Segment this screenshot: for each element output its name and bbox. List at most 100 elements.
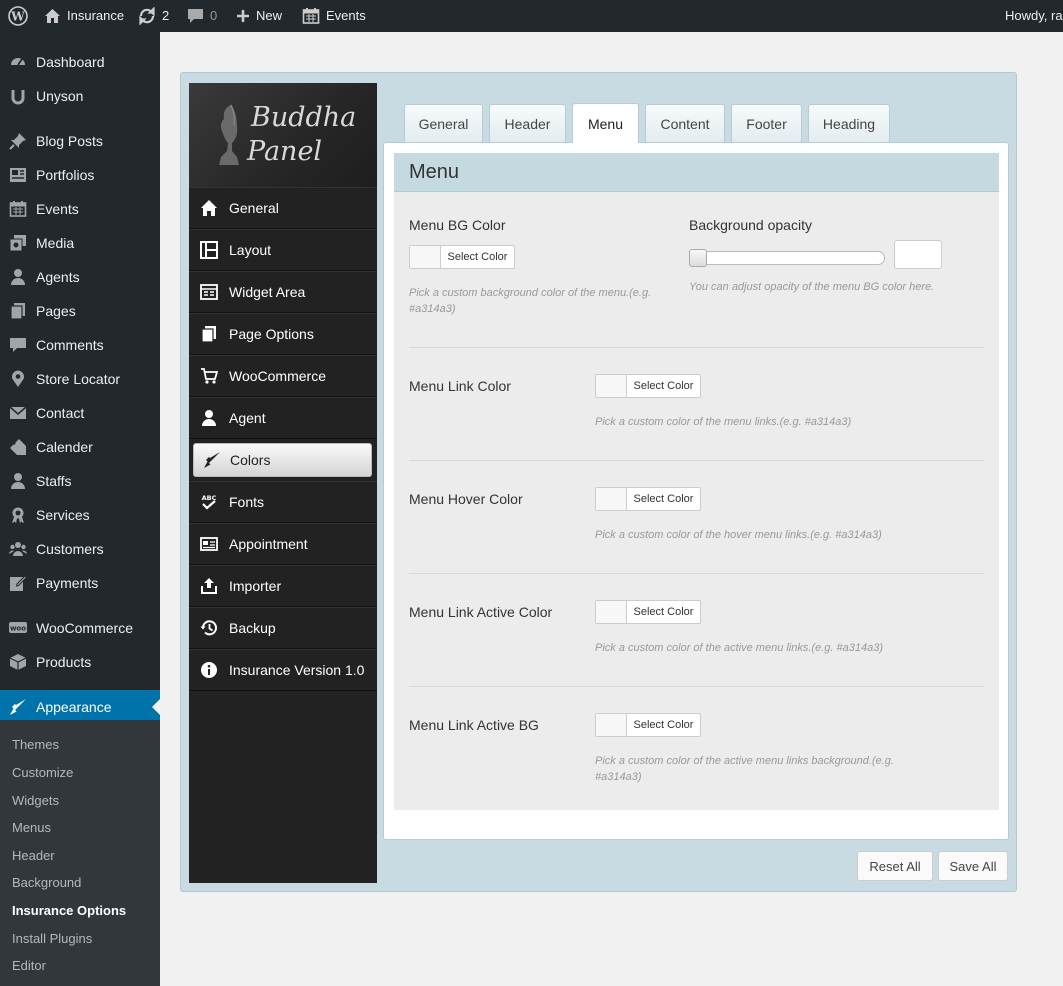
menu-link-color-desc: Pick a custom color of the menu links.(e…: [595, 416, 852, 428]
panel-nav-label: Importer: [229, 578, 282, 594]
menu-item-label: Services: [36, 507, 90, 523]
menu-link-color-label: Menu Link Color: [409, 378, 511, 394]
info-icon: [189, 661, 229, 679]
menu-item-store-locator[interactable]: Store Locator: [0, 362, 160, 396]
panel-nav-version[interactable]: Insurance Version 1.0: [189, 649, 377, 691]
panel-nav-fonts[interactable]: ABC Fonts: [189, 481, 377, 523]
panel-nav-widget-area[interactable]: Widget Area: [189, 271, 377, 313]
menu-item-payments[interactable]: Payments: [0, 566, 160, 600]
menu-item-contact[interactable]: Contact: [0, 396, 160, 430]
submenu-widgets[interactable]: Widgets: [12, 791, 59, 811]
panel-nav-label: Widget Area: [229, 284, 306, 300]
panel-nav-importer[interactable]: Importer: [189, 565, 377, 607]
history-icon: [189, 619, 229, 637]
menu-item-blog-posts[interactable]: Blog Posts: [0, 124, 160, 158]
menu-item-appearance[interactable]: Appearance: [0, 690, 160, 724]
reset-all-button[interactable]: Reset All: [857, 851, 933, 881]
color-swatch: [410, 246, 441, 268]
tab-content[interactable]: Content: [645, 104, 725, 142]
section-title: Menu: [409, 161, 460, 183]
comment-icon: [188, 9, 203, 23]
menu-item-label: Products: [36, 654, 92, 670]
new-content-link[interactable]: New: [236, 0, 282, 32]
menu-item-products[interactable]: Products: [0, 645, 160, 679]
spellcheck-icon: ABC: [189, 493, 229, 511]
panel-nav-general[interactable]: General: [189, 187, 377, 229]
panel-nav-label: Fonts: [229, 494, 265, 510]
menu-item-agents[interactable]: Agents: [0, 260, 160, 294]
tab-menu[interactable]: Menu: [572, 103, 639, 143]
submenu-customize[interactable]: Customize: [12, 763, 73, 783]
menu-item-calender[interactable]: Calender: [0, 430, 160, 464]
color-swatch: [596, 601, 627, 623]
menu-item-unyson[interactable]: Unyson: [0, 79, 160, 113]
section-header: Menu: [394, 153, 999, 192]
menu-item-events[interactable]: Events: [0, 192, 160, 226]
card-icon: [189, 535, 229, 553]
submenu-themes[interactable]: Themes: [12, 735, 59, 755]
menu-bg-color-picker[interactable]: Select Color: [409, 245, 515, 269]
logo-line2: Panel: [247, 136, 323, 167]
submenu-insurance-options[interactable]: Insurance Options: [12, 901, 126, 921]
submenu-install-plugins[interactable]: Install Plugins: [12, 929, 92, 949]
opacity-slider-handle[interactable]: [689, 249, 707, 267]
menu-link-active-color-picker[interactable]: Select Color: [595, 600, 701, 624]
menu-hover-color-picker[interactable]: Select Color: [595, 487, 701, 511]
panel-nav-woocommerce[interactable]: WooCommerce: [189, 355, 377, 397]
opacity-slider[interactable]: [689, 251, 885, 265]
submenu-background[interactable]: Background: [12, 873, 81, 893]
panel-nav-page-options[interactable]: Page Options: [189, 313, 377, 355]
events-link[interactable]: Events: [302, 0, 366, 32]
panel-nav-backup[interactable]: Backup: [189, 607, 377, 649]
menu-item-customers[interactable]: Customers: [0, 532, 160, 566]
comments-link[interactable]: 0: [187, 0, 217, 32]
panel-nav-agent[interactable]: Agent: [189, 397, 377, 439]
opacity-desc: You can adjust opacity of the menu BG co…: [689, 281, 935, 293]
updates-icon: [139, 7, 155, 25]
admin-bar: W Insurance 2 0 New Events Howdy, ra: [0, 0, 1063, 32]
howdy-label: Howdy, ra: [1005, 8, 1063, 23]
panel-nav-colors[interactable]: Colors: [193, 443, 372, 477]
brush-icon: [194, 451, 230, 469]
select-color-label: Select Color: [633, 606, 694, 618]
updates-link[interactable]: 2: [138, 0, 169, 32]
divider: [409, 686, 984, 687]
submenu-header[interactable]: Header: [12, 846, 55, 866]
admin-menu: Dashboard Unyson Blog Posts Portfolios E…: [0, 32, 160, 986]
wordpress-logo-icon[interactable]: W: [8, 0, 28, 32]
select-color-label: Select Color: [447, 251, 508, 263]
menu-link-active-bg-picker[interactable]: Select Color: [595, 713, 701, 737]
upload-icon: [189, 577, 229, 595]
menu-item-services[interactable]: Services: [0, 498, 160, 532]
opacity-value-input[interactable]: [894, 240, 942, 269]
tab-footer[interactable]: Footer: [731, 104, 802, 142]
menu-item-pages[interactable]: Pages: [0, 294, 160, 328]
tab-heading[interactable]: Heading: [808, 104, 890, 142]
panel-nav-appointment[interactable]: Appointment: [189, 523, 377, 565]
menu-item-portfolios[interactable]: Portfolios: [0, 158, 160, 192]
menu-link-active-color-desc: Pick a custom color of the active menu l…: [595, 642, 883, 654]
panel-nav-label: Appointment: [229, 536, 308, 552]
divider: [409, 573, 984, 574]
menu-item-woocommerce[interactable]: woo WooCommerce: [0, 611, 160, 645]
background-opacity-label: Background opacity: [689, 217, 812, 233]
select-color-label: Select Color: [633, 719, 694, 731]
menu-item-dashboard[interactable]: Dashboard: [0, 45, 160, 79]
panel-nav-layout[interactable]: Layout: [189, 229, 377, 271]
account-menu[interactable]: Howdy, ra: [1005, 0, 1063, 32]
tab-header[interactable]: Header: [489, 104, 566, 142]
submenu-editor[interactable]: Editor: [12, 956, 46, 976]
menu-item-comments[interactable]: Comments: [0, 328, 160, 362]
panel-nav-label: General: [229, 200, 279, 216]
site-name-link[interactable]: Insurance: [44, 0, 124, 32]
menu-item-media[interactable]: Media: [0, 226, 160, 260]
save-all-button[interactable]: Save All: [938, 851, 1008, 881]
submenu-menus[interactable]: Menus: [12, 818, 51, 838]
home-icon: [189, 199, 229, 217]
menu-link-color-picker[interactable]: Select Color: [595, 374, 701, 398]
menu-item-label: Appearance: [36, 699, 112, 715]
menu-item-label: Store Locator: [36, 371, 121, 387]
tab-general[interactable]: General: [404, 104, 483, 142]
menu-item-label: Dashboard: [36, 54, 105, 70]
menu-item-staffs[interactable]: Staffs: [0, 464, 160, 498]
